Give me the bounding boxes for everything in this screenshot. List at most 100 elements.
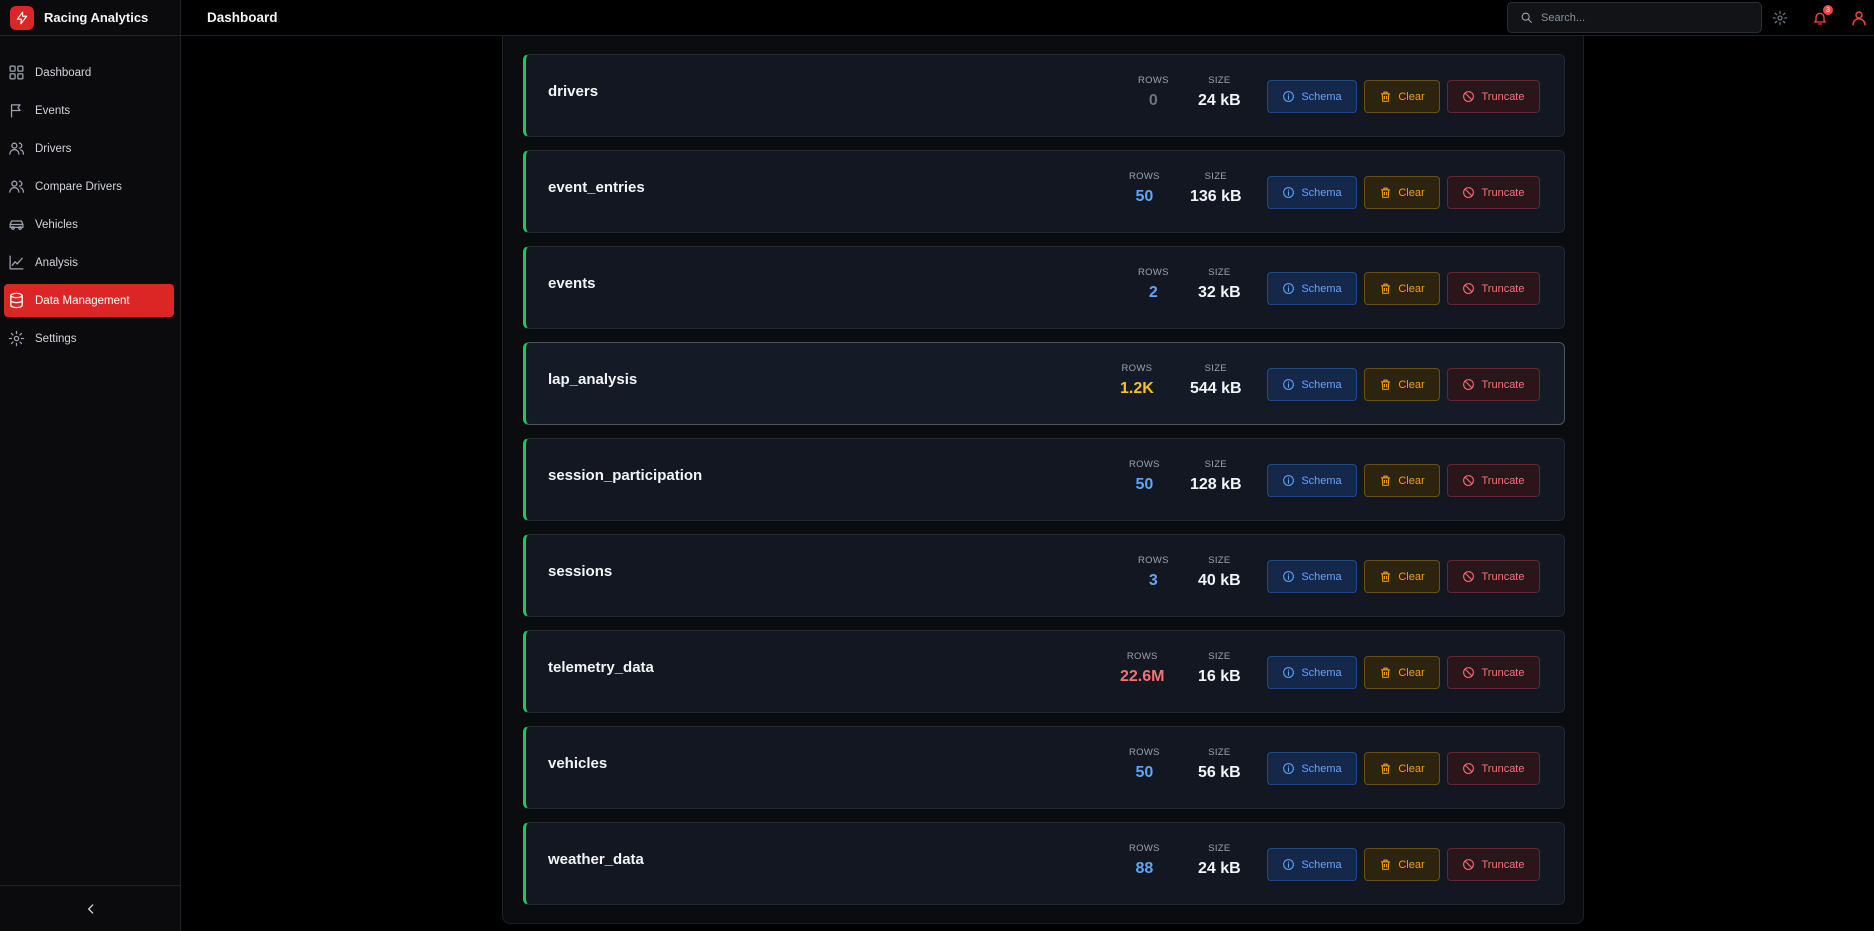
flag-icon bbox=[10, 104, 21, 118]
size-stat: SIZE 40 kB bbox=[1198, 555, 1241, 590]
settings-button[interactable] bbox=[1770, 8, 1789, 27]
clear-button[interactable]: Clear bbox=[1364, 752, 1440, 785]
rows-count: 0 bbox=[1148, 92, 1158, 109]
clear-button[interactable]: Clear bbox=[1364, 176, 1440, 209]
trash-icon bbox=[1381, 91, 1391, 102]
ban-icon bbox=[1463, 283, 1475, 294]
clear-button[interactable]: Clear bbox=[1364, 272, 1440, 305]
rows-count: 88 bbox=[1135, 860, 1154, 877]
search-input[interactable] bbox=[1541, 11, 1741, 24]
collapse-sidebar-button[interactable] bbox=[0, 885, 181, 931]
clear-button[interactable]: Clear bbox=[1364, 368, 1440, 401]
schema-label: Schema bbox=[1301, 474, 1342, 487]
rows-label: ROWS bbox=[1121, 363, 1153, 374]
rows-count: 50 bbox=[1135, 764, 1154, 781]
truncate-button[interactable]: Truncate bbox=[1447, 80, 1540, 113]
grid-icon bbox=[9, 65, 24, 80]
rows-stat: ROWS 0 bbox=[1138, 75, 1169, 110]
rows-stat: ROWS 22.6M bbox=[1120, 651, 1164, 686]
rows-stat: ROWS 50 bbox=[1129, 747, 1160, 782]
clear-button[interactable]: Clear bbox=[1364, 80, 1440, 113]
ban-icon bbox=[1463, 763, 1475, 774]
clear-button[interactable]: Clear bbox=[1364, 464, 1440, 497]
gear-icon bbox=[8, 330, 25, 347]
table-row[interactable]: weather_data ROWS 88 SIZE 24 kB Schema Clear Tr… bbox=[523, 822, 1565, 905]
info-icon bbox=[1283, 763, 1295, 774]
ban-icon bbox=[1463, 379, 1475, 390]
table-row[interactable]: events ROWS 2 SIZE 32 kB Schema Clear Truncate bbox=[523, 246, 1565, 329]
notifications-button[interactable]: 3 bbox=[1810, 5, 1833, 27]
truncate-button[interactable]: Truncate bbox=[1447, 272, 1540, 305]
size-stat: SIZE 544 kB bbox=[1190, 363, 1242, 398]
bolt-icon bbox=[10, 5, 34, 30]
clear-label: Clear bbox=[1398, 666, 1425, 679]
schema-button[interactable]: Schema bbox=[1267, 752, 1357, 785]
table-row[interactable]: drivers ROWS 0 SIZE 24 kB Schema Clear Truncate bbox=[523, 54, 1565, 137]
truncate-button[interactable]: Truncate bbox=[1447, 464, 1540, 497]
table-row[interactable]: sessions ROWS 3 SIZE 40 kB Schema Clear Truncat… bbox=[523, 534, 1565, 617]
sidebar-item-data-management[interactable]: Data Management bbox=[4, 284, 174, 317]
trash-icon bbox=[1381, 187, 1391, 198]
truncate-label: Truncate bbox=[1481, 186, 1525, 199]
table-row[interactable]: lap_analysis ROWS 1.2K SIZE 544 kB Schema Clea… bbox=[523, 342, 1565, 425]
truncate-button[interactable]: Truncate bbox=[1447, 560, 1540, 593]
info-icon bbox=[1283, 475, 1295, 486]
clear-button[interactable]: Clear bbox=[1364, 848, 1440, 881]
search-box[interactable] bbox=[1507, 2, 1762, 33]
schema-button[interactable]: Schema bbox=[1267, 368, 1357, 401]
schema-button[interactable]: Schema bbox=[1267, 464, 1357, 497]
clear-button[interactable]: Clear bbox=[1364, 656, 1440, 689]
table-row[interactable]: vehicles ROWS 50 SIZE 56 kB Schema Clear Trunca… bbox=[523, 726, 1565, 809]
truncate-button[interactable]: Truncate bbox=[1447, 656, 1540, 689]
sidebar-item-compare-drivers[interactable]: Compare Drivers bbox=[4, 170, 174, 203]
sidebar-nav: Dashboard Events Drivers Compare Drivers Veh… bbox=[0, 36, 180, 355]
table-row[interactable]: session_participation ROWS 50 SIZE 128 kB Sch… bbox=[523, 438, 1565, 521]
schema-label: Schema bbox=[1301, 378, 1342, 391]
size-label: SIZE bbox=[1208, 747, 1231, 758]
size-value: 32 kB bbox=[1198, 284, 1241, 301]
table-name: sessions bbox=[548, 563, 613, 580]
clear-button[interactable]: Clear bbox=[1364, 560, 1440, 593]
sidebar-item-drivers[interactable]: Drivers bbox=[4, 132, 174, 165]
sidebar-item-analysis[interactable]: Analysis bbox=[4, 246, 174, 279]
table-row[interactable]: event_entries ROWS 50 SIZE 136 kB Schema Clear… bbox=[523, 150, 1565, 233]
brand[interactable]: Racing Analytics bbox=[0, 0, 180, 36]
sidebar-item-label: Drivers bbox=[35, 142, 72, 155]
sidebar-item-label: Events bbox=[35, 104, 71, 117]
users-icon bbox=[9, 142, 24, 155]
schema-button[interactable]: Schema bbox=[1267, 272, 1357, 305]
schema-button[interactable]: Schema bbox=[1267, 848, 1357, 881]
clear-label: Clear bbox=[1398, 570, 1425, 583]
rows-stat: ROWS 50 bbox=[1129, 171, 1160, 206]
sidebar-item-vehicles[interactable]: Vehicles bbox=[4, 208, 174, 241]
sidebar-item-label: Settings bbox=[35, 332, 77, 345]
ban-icon bbox=[1463, 475, 1475, 486]
sidebar-item-settings[interactable]: Settings bbox=[4, 322, 174, 355]
clear-label: Clear bbox=[1398, 762, 1425, 775]
truncate-button[interactable]: Truncate bbox=[1447, 848, 1540, 881]
truncate-button[interactable]: Truncate bbox=[1447, 176, 1540, 209]
size-label: SIZE bbox=[1208, 555, 1231, 566]
info-icon bbox=[1283, 187, 1295, 198]
schema-button[interactable]: Schema bbox=[1267, 560, 1357, 593]
gear-icon bbox=[1772, 10, 1787, 25]
clear-label: Clear bbox=[1398, 858, 1425, 871]
schema-button[interactable]: Schema bbox=[1267, 80, 1357, 113]
sidebar-item-dashboard[interactable]: Dashboard bbox=[4, 56, 174, 89]
schema-button[interactable]: Schema bbox=[1267, 176, 1357, 209]
table-row[interactable]: telemetry_data ROWS 22.6M SIZE 16 kB Schema Cl… bbox=[523, 630, 1565, 713]
table-name: events bbox=[548, 275, 596, 292]
truncate-button[interactable]: Truncate bbox=[1447, 368, 1540, 401]
rows-stat: ROWS 2 bbox=[1138, 267, 1169, 302]
rows-stat: ROWS 1.2K bbox=[1120, 363, 1154, 398]
size-label: SIZE bbox=[1208, 651, 1231, 662]
schema-button[interactable]: Schema bbox=[1267, 656, 1357, 689]
truncate-button[interactable]: Truncate bbox=[1447, 752, 1540, 785]
rows-label: ROWS bbox=[1129, 459, 1160, 470]
car-icon bbox=[9, 220, 24, 230]
size-value: 128 kB bbox=[1190, 476, 1242, 493]
user-menu-button[interactable] bbox=[1849, 8, 1868, 27]
clear-label: Clear bbox=[1398, 282, 1425, 295]
size-stat: SIZE 56 kB bbox=[1198, 747, 1241, 782]
sidebar-item-events[interactable]: Events bbox=[4, 94, 174, 127]
